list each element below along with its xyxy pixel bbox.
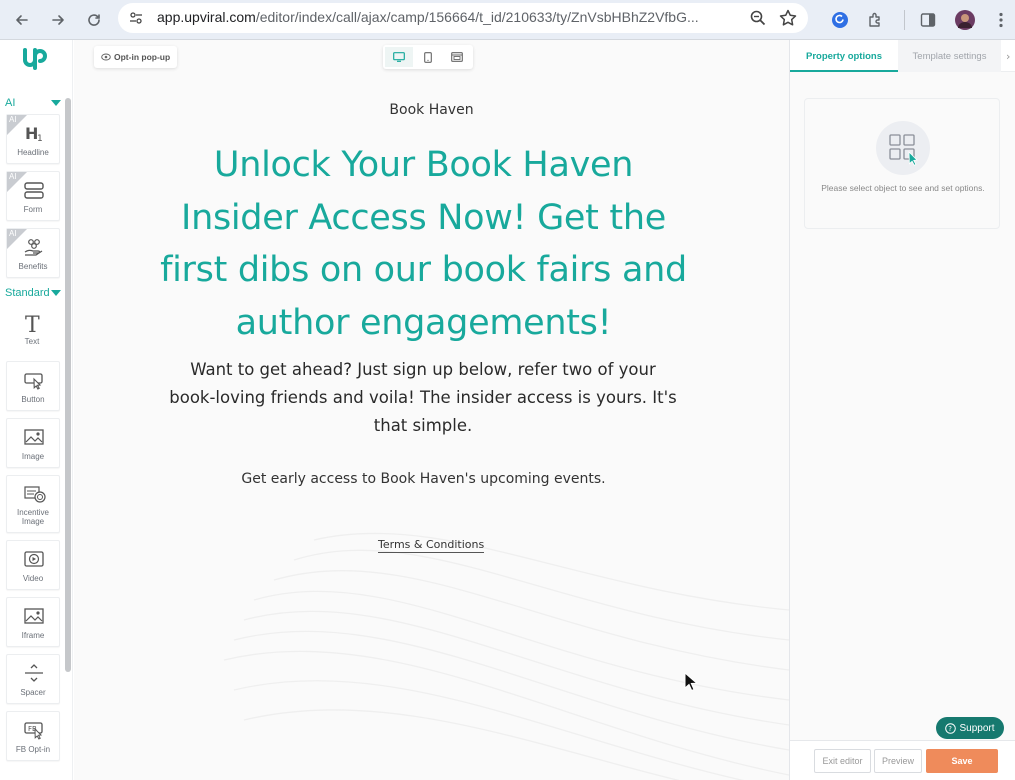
tool-spacer[interactable]: Spacer [6, 654, 60, 704]
video-icon [24, 549, 44, 569]
properties-tabs: Property options Template settings › [790, 40, 1015, 72]
tab-template-settings[interactable]: Template settings [898, 40, 1001, 72]
text-icon: T [23, 313, 43, 338]
optin-popup-toggle[interactable]: Opt-in pop-up [94, 46, 178, 68]
back-icon[interactable] [8, 6, 36, 34]
tool-label: Spacer [20, 688, 46, 697]
extensions-puzzle-icon[interactable] [862, 6, 890, 34]
tool-label: Iframe [21, 631, 45, 640]
image-icon [24, 427, 44, 447]
fb-optin-icon: FB [24, 720, 44, 740]
tool-label: Form [23, 205, 43, 214]
page-headline[interactable]: Unlock Your Book Haven Insider Access No… [154, 139, 693, 349]
ai-section-label[interactable]: AI [5, 97, 15, 109]
tab-property-options[interactable]: Property options [790, 40, 898, 72]
tool-iframe[interactable]: Iframe [6, 597, 60, 647]
device-switcher [383, 45, 473, 69]
standard-section-caret-icon[interactable] [51, 290, 61, 296]
tool-button[interactable]: Button [6, 361, 60, 411]
preview-button[interactable]: Preview [874, 749, 922, 773]
svg-text:1: 1 [37, 134, 43, 143]
support-label: Support [959, 722, 995, 734]
button-icon [24, 370, 44, 390]
upviral-logo[interactable] [22, 48, 48, 70]
page-subheadline[interactable]: Want to get ahead? Just sign up below, r… [169, 356, 677, 440]
spacer-icon [24, 663, 44, 683]
extension-blue-icon[interactable] [826, 6, 854, 34]
svg-text:T: T [25, 313, 40, 335]
tool-label: Benefits [18, 262, 48, 271]
side-panel-icon[interactable] [914, 6, 942, 34]
incentive-image-icon [24, 484, 46, 504]
toolbar-divider [904, 10, 905, 30]
support-button[interactable]: ? Support [936, 717, 1004, 739]
tool-label: Image [21, 452, 45, 461]
headline-icon: H1 [24, 123, 44, 144]
site-settings-icon[interactable] [126, 8, 146, 28]
save-button[interactable]: Save [926, 749, 998, 773]
browser-menu-icon[interactable] [987, 6, 1015, 34]
page-description[interactable]: Get early access to Book Haven's upcomin… [74, 471, 773, 487]
panel-scrollbar[interactable] [65, 98, 71, 672]
chevron-right-icon[interactable]: › [1006, 50, 1010, 63]
terms-link[interactable]: Terms & Conditions [378, 538, 485, 553]
active-tab-indicator [790, 70, 898, 72]
browser-toolbar: app.upviral.com/editor/index/call/ajax/c… [0, 0, 1015, 40]
optin-popup-label: Opt-in pop-up [114, 52, 171, 62]
tool-label: FB Opt-in [15, 745, 51, 754]
brand-name[interactable]: Book Haven [74, 102, 789, 118]
help-icon: ? [945, 722, 957, 734]
properties-panel: Property options Template settings › Ple… [789, 40, 1015, 780]
exit-editor-button[interactable]: Exit editor [814, 749, 871, 773]
editor-canvas[interactable]: Opt-in pop-up Book Haven Unlock Your Boo… [74, 40, 789, 780]
empty-selection-message: Please select object to see and set opti… [821, 183, 985, 193]
tool-video[interactable]: Video [6, 540, 60, 590]
form-icon [24, 180, 44, 200]
eye-icon [101, 53, 111, 61]
svg-text:?: ? [949, 725, 953, 733]
popup-view-icon[interactable] [443, 47, 471, 67]
forward-icon[interactable] [44, 6, 72, 34]
tool-fb-optin[interactable]: FB FB Opt-in [6, 711, 60, 761]
background-waves [223, 532, 789, 780]
tool-form[interactable]: AI Form [6, 171, 60, 221]
tool-image[interactable]: Image [6, 418, 60, 468]
bookmark-star-icon[interactable] [778, 8, 798, 28]
tool-label: Text [24, 337, 40, 346]
tool-benefits[interactable]: AI Benefits [6, 228, 60, 278]
desktop-view-icon[interactable] [385, 47, 413, 67]
reload-icon[interactable] [80, 6, 108, 34]
standard-section-label[interactable]: Standard [5, 287, 50, 299]
url-text: app.upviral.com/editor/index/call/ajax/c… [157, 9, 699, 25]
ai-badge-text: AI [9, 229, 17, 238]
editor-action-bar: Exit editor Preview Save [790, 740, 1015, 780]
tool-headline[interactable]: AI H1 Headline [6, 114, 60, 164]
ai-badge-text: AI [9, 115, 17, 124]
mouse-cursor-icon [684, 672, 698, 692]
address-bar[interactable]: app.upviral.com/editor/index/call/ajax/c… [118, 3, 808, 33]
tool-label: Incentive Image [16, 508, 50, 526]
tool-text[interactable]: T Text [6, 304, 60, 354]
zoom-icon[interactable] [748, 8, 768, 28]
empty-selection-card: Please select object to see and set opti… [804, 98, 1000, 229]
tool-label: Video [22, 574, 44, 583]
ai-badge-text: AI [9, 172, 17, 181]
tool-incentive-image[interactable]: Incentive Image [6, 475, 60, 533]
tool-label: Headline [17, 148, 49, 157]
tool-label: Button [21, 395, 45, 404]
element-panel: AI AI H1 Headline AI Form AI Benefits St… [0, 40, 73, 780]
profile-avatar[interactable] [951, 6, 979, 34]
benefits-icon [24, 237, 44, 257]
iframe-icon [24, 606, 44, 626]
mobile-view-icon[interactable] [414, 47, 442, 67]
select-object-icon [876, 121, 930, 175]
ai-section-caret-icon[interactable] [51, 100, 61, 106]
